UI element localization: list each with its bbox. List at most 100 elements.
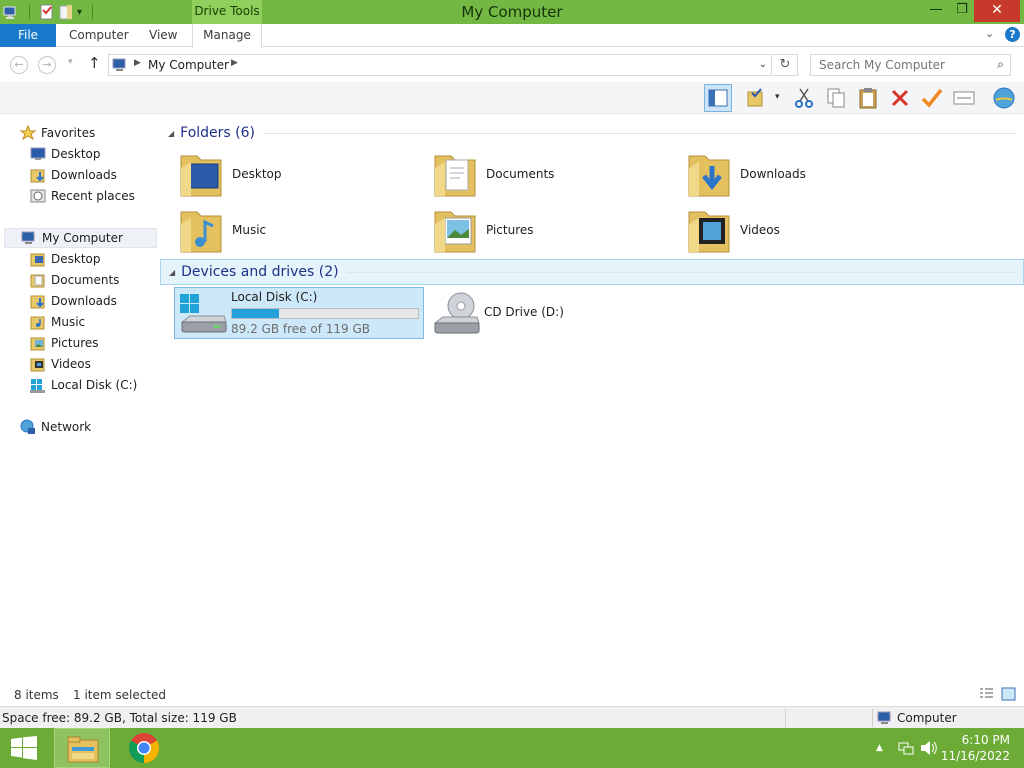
folder-pictures[interactable]: Pictures <box>432 204 672 256</box>
tab-file[interactable]: File <box>0 24 56 47</box>
ribbon-tabs: File Computer View Manage ⌄ ? <box>0 24 1024 48</box>
nav-computer-downloads[interactable]: Downloads <box>30 291 117 311</box>
downloads-folder-icon <box>688 155 730 197</box>
clock[interactable]: 6:10 PM 11/16/2022 <box>941 732 1010 764</box>
chevron-right-icon[interactable]: ▶ <box>134 58 141 68</box>
nav-favorite-desktop[interactable]: Desktop <box>30 144 101 164</box>
delete-button[interactable] <box>886 84 914 112</box>
properties-icon[interactable] <box>39 4 55 20</box>
nav-my-computer-label: My Computer <box>42 231 123 245</box>
search-input[interactable] <box>811 55 981 75</box>
new-folder-icon[interactable] <box>58 4 74 20</box>
expand-ribbon-icon[interactable]: ⌄ <box>985 27 994 40</box>
network-tray-icon[interactable] <box>898 740 914 756</box>
forward-button[interactable]: → <box>38 56 56 74</box>
folder-documents[interactable]: Documents <box>432 148 672 200</box>
downloads-folder-icon <box>30 169 45 183</box>
address-dropdown-icon[interactable]: ⌄ <box>759 59 767 70</box>
nav-favorite-recent-places[interactable]: Recent places <box>30 186 135 206</box>
qat-customize-icon[interactable]: ▾ <box>77 7 82 18</box>
select-button[interactable] <box>742 84 770 112</box>
music-folder-icon <box>180 211 222 253</box>
computer-icon[interactable] <box>3 4 19 20</box>
nav-favorites[interactable]: Favorites <box>20 123 95 143</box>
clock-time: 6:10 PM <box>961 733 1010 747</box>
drive-label: CD Drive (D:) <box>484 305 564 319</box>
folder-videos[interactable]: Videos <box>686 204 926 256</box>
minimize-button[interactable]: — <box>924 0 948 22</box>
tray-expand-icon[interactable]: ▲ <box>876 743 883 753</box>
select-dropdown-icon[interactable]: ▾ <box>775 92 780 102</box>
refresh-button[interactable]: ↻ <box>773 54 798 76</box>
folders-group-header[interactable]: ◢ Folders (6) <box>160 120 1024 146</box>
properties-button[interactable] <box>950 84 978 112</box>
drive-cd-d[interactable]: CD Drive (D:) <box>428 287 678 339</box>
nav-network[interactable]: Network <box>20 417 91 437</box>
nav-item-label: Downloads <box>51 294 117 308</box>
cut-button[interactable] <box>790 84 818 112</box>
nav-item-label: Recent places <box>51 189 135 203</box>
large-icons-view-icon[interactable] <box>1001 687 1016 701</box>
tab-view[interactable]: View <box>149 24 177 47</box>
windows-start-icon[interactable] <box>10 736 38 760</box>
taskbar-file-explorer[interactable] <box>54 728 110 768</box>
tab-computer[interactable]: Computer <box>69 24 129 47</box>
network-button[interactable] <box>990 84 1018 112</box>
copy-button[interactable] <box>822 84 850 112</box>
nav-my-computer[interactable]: My Computer <box>4 228 157 248</box>
nav-favorite-downloads[interactable]: Downloads <box>30 165 117 185</box>
back-button[interactable]: ← <box>10 56 28 74</box>
selection-count: 1 item selected <box>73 688 167 702</box>
folder-downloads[interactable]: Downloads <box>686 148 926 200</box>
help-icon[interactable]: ? <box>1005 27 1020 42</box>
breadcrumb[interactable]: My Computer <box>148 58 229 72</box>
item-count: 8 items <box>14 688 59 702</box>
volume-icon[interactable] <box>920 740 938 756</box>
windows-drive-icon <box>30 379 45 393</box>
folder-desktop[interactable]: Desktop <box>178 148 418 200</box>
drives-group-header[interactable]: ◢ Devices and drives (2) <box>160 259 1024 285</box>
nav-computer-documents[interactable]: Documents <box>30 270 119 290</box>
up-button[interactable]: ↑ <box>88 54 101 72</box>
downloads-folder-icon <box>30 295 45 309</box>
folder-label: Documents <box>486 167 555 181</box>
documents-folder-icon <box>434 155 476 197</box>
nav-favorites-label: Favorites <box>41 126 96 140</box>
recent-places-icon <box>30 189 46 203</box>
address-bar[interactable]: ▶ My Computer ▶ ⌄ <box>108 54 772 76</box>
select-folder-icon <box>747 88 763 107</box>
details-status-bar: Space free: 89.2 GB, Total size: 119 GB … <box>0 706 1024 728</box>
pictures-folder-icon <box>434 211 476 253</box>
collapse-icon[interactable]: ◢ <box>169 268 175 277</box>
windows-drive-icon <box>180 294 227 333</box>
nav-network-label: Network <box>41 420 92 434</box>
rename-button[interactable] <box>918 84 946 112</box>
computer-icon <box>21 231 35 244</box>
folder-music[interactable]: Music <box>178 204 418 256</box>
folder-icon <box>30 253 45 267</box>
maximize-button[interactable]: ❐ <box>950 0 974 22</box>
close-button[interactable]: ✕ <box>974 0 1020 22</box>
taskbar-chrome[interactable] <box>118 728 170 768</box>
nav-computer-pictures[interactable]: Pictures <box>30 333 99 353</box>
paste-button[interactable] <box>854 84 882 112</box>
search-icon[interactable]: ⌕ <box>997 57 1004 72</box>
layout-icon <box>708 89 728 107</box>
checkmark-icon <box>921 88 943 108</box>
collapse-icon[interactable]: ◢ <box>168 129 174 138</box>
documents-folder-icon <box>30 274 45 288</box>
star-icon <box>20 125 36 141</box>
nav-computer-videos[interactable]: Videos <box>30 354 91 374</box>
search-box[interactable]: ⌕ <box>810 54 1011 76</box>
chevron-right-icon[interactable]: ▶ <box>231 58 238 68</box>
nav-computer-music[interactable]: Music <box>30 312 85 332</box>
status-divider <box>872 709 873 727</box>
content-area: ◢ Folders (6) Desktop Documents Download… <box>160 115 1024 685</box>
drive-local-disk-c[interactable]: Local Disk (C:) 89.2 GB free of 119 GB <box>174 287 424 339</box>
nav-computer-local-disk[interactable]: Local Disk (C:) <box>30 375 137 395</box>
nav-computer-desktop[interactable]: Desktop <box>30 249 101 269</box>
layout-pane-button[interactable] <box>704 84 732 112</box>
recent-locations-icon[interactable]: ▾ <box>68 57 73 67</box>
details-view-icon[interactable] <box>979 687 994 701</box>
tab-manage[interactable]: Manage <box>192 24 262 48</box>
